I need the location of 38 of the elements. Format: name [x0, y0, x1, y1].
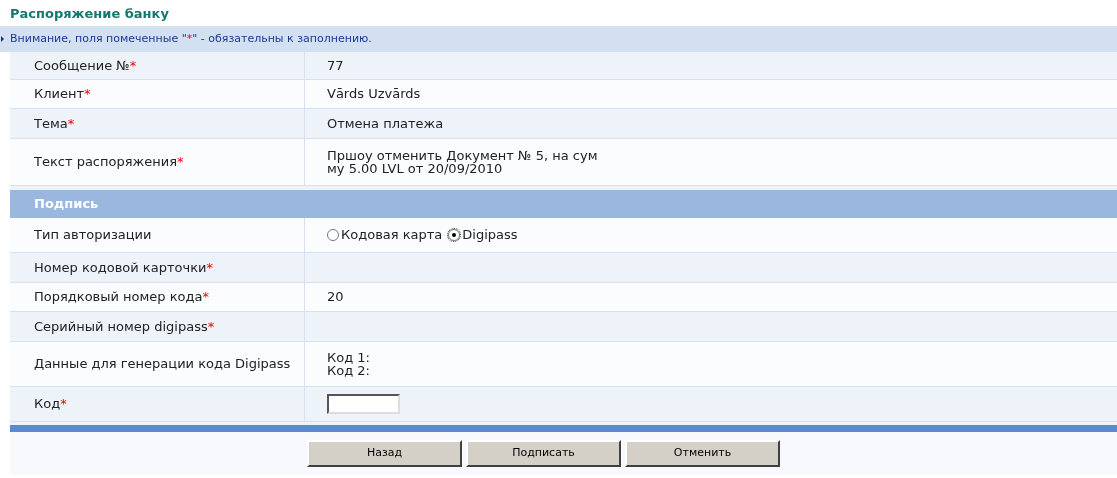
- field-label: Клиент: [34, 85, 85, 104]
- field-value: Vārds Uzvārds: [327, 85, 421, 104]
- required-mark: *: [84, 85, 91, 104]
- field-value: Пршоу отменить Документ № 5, на сум: [327, 149, 598, 162]
- field-label: Тип авторизации: [34, 226, 152, 245]
- field-label: Порядковый номер кода: [34, 288, 203, 307]
- radio-option[interactable]: Кодовая карта: [327, 225, 443, 245]
- field-label: Серийный номер digipass: [34, 317, 208, 336]
- field-value: му 5.00 LVL от 20/09/2010: [327, 162, 503, 175]
- radio-button[interactable]: [327, 229, 339, 241]
- form-button[interactable]: Отменить: [625, 440, 780, 467]
- field-label: Тема: [34, 114, 68, 133]
- radio-option[interactable]: Digipass: [448, 225, 518, 245]
- field-label: Код: [34, 395, 61, 414]
- form-button[interactable]: Назад: [307, 440, 462, 467]
- required-mark: *: [60, 395, 67, 414]
- field-label: Данные для генерации кода Digipass: [34, 355, 291, 374]
- field-label: Сообщение №: [34, 56, 130, 75]
- required-mark: *: [177, 153, 184, 172]
- section-header: Подпись: [10, 190, 1117, 218]
- field-label: Текст распоряжения: [34, 153, 177, 172]
- page-title: Распоряжение банку: [9, 5, 170, 23]
- code-input[interactable]: [327, 394, 400, 414]
- field-value: 77: [327, 56, 344, 75]
- required-fields-notice: Внимание, поля помеченные "*" - обязательны к заполнению.: [10, 30, 372, 47]
- form-button[interactable]: Подписать: [466, 440, 621, 467]
- field-value: Отмена платежа: [327, 114, 444, 133]
- field-value: Код 2:: [327, 364, 370, 377]
- required-mark: *: [129, 56, 137, 75]
- required-mark: *: [207, 317, 215, 336]
- field-value: Код 1:: [327, 351, 370, 364]
- bullet-icon: [1, 36, 4, 42]
- field-value: 20: [327, 288, 344, 307]
- required-mark: *: [67, 114, 75, 133]
- required-mark: *: [206, 258, 213, 277]
- field-label: Номер кодовой карточки: [34, 258, 207, 277]
- required-mark: *: [202, 288, 209, 307]
- radio-button[interactable]: [448, 229, 461, 241]
